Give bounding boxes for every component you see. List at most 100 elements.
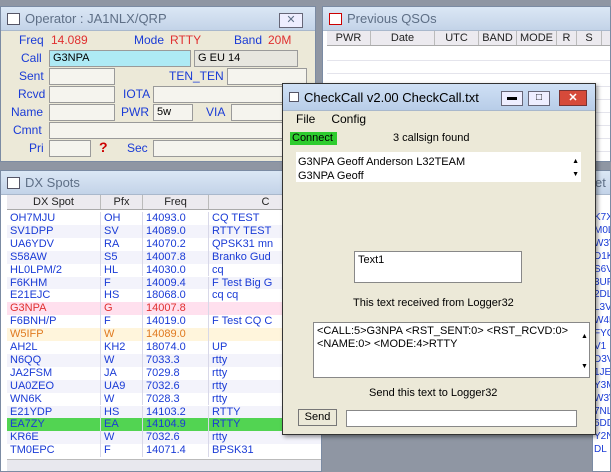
- dx-title: DX Spots: [25, 175, 80, 190]
- dx-pfx-cell: F: [101, 315, 143, 329]
- text1-box[interactable]: Text1: [354, 251, 522, 283]
- dx-call-cell: JA2FSM: [7, 366, 101, 380]
- pri-label: Pri: [29, 141, 44, 155]
- freq-value: 14.089: [51, 33, 88, 47]
- dx-pfx-cell: OH: [101, 212, 143, 225]
- table-row[interactable]: SV1DPP SV 14089.0 RTTY TEST: [7, 224, 321, 238]
- right-edge-code: W3V: [594, 392, 610, 404]
- right-edge-code: S6V: [594, 263, 610, 275]
- dx-freq-cell: 18074.0: [143, 341, 209, 354]
- dx-freq-cell: 14007.8: [143, 302, 209, 316]
- table-row[interactable]: W5IFP W 14089.0: [7, 328, 321, 341]
- table-row[interactable]: F6BNH/P F 14019.0 F Test CQ C: [7, 315, 321, 329]
- minimize-icon[interactable]: ▬: [501, 91, 523, 106]
- received-label: This text received from Logger32: [353, 297, 514, 309]
- table-row[interactable]: F6KHM F 14009.4 F Test Big G: [7, 276, 321, 290]
- maximize-icon[interactable]: □: [528, 91, 550, 106]
- list-line[interactable]: G3NPA Geoff: [298, 169, 579, 182]
- iota-field[interactable]: [153, 86, 303, 103]
- col-r[interactable]: R: [557, 31, 577, 45]
- table-row[interactable]: G3NPA G 14007.8: [7, 302, 321, 316]
- col-freq[interactable]: Freq: [143, 195, 209, 209]
- col-pwr[interactable]: PWR: [327, 31, 371, 45]
- dx-call-cell: KR6E: [7, 431, 101, 445]
- call-field[interactable]: G3NPA: [49, 50, 191, 67]
- dx-call-cell: E21YDP: [7, 405, 101, 419]
- send-text-field[interactable]: [346, 410, 577, 427]
- iota-label: IOTA: [123, 87, 151, 101]
- close-icon[interactable]: ✕: [559, 90, 587, 106]
- table-row[interactable]: OH7MJU OH 14093.0 CQ TEST: [7, 212, 321, 225]
- pwr-field[interactable]: 5w: [153, 104, 193, 121]
- dx-freq-cell: 7028.3: [143, 392, 209, 406]
- col-dx-spot[interactable]: DX Spot: [7, 195, 101, 209]
- cmnt-field[interactable]: [49, 122, 307, 139]
- send-button[interactable]: Send: [298, 409, 337, 426]
- menu-file[interactable]: File: [296, 111, 315, 129]
- right-edge-code: W4L: [594, 315, 610, 327]
- question-mark[interactable]: ?: [99, 139, 108, 155]
- callsign-list[interactable]: G3NPA Geoff Anderson L32TEAM G3NPA Geoff…: [296, 152, 581, 182]
- close-icon[interactable]: ✕: [279, 13, 303, 28]
- right-edge-code: DL: [594, 444, 607, 456]
- log-icon: [7, 12, 20, 25]
- col-s[interactable]: S: [577, 31, 602, 45]
- dx-call-cell: UA6YDV: [7, 237, 101, 251]
- dx-call-cell: AH2L: [7, 341, 101, 354]
- table-row[interactable]: TM0EPC F 14071.4 BPSK31: [7, 444, 321, 458]
- qsos-title: Previous QSOs: [347, 11, 437, 26]
- dx-freq-cell: 14009.4: [143, 276, 209, 290]
- received-scroll-down-icon[interactable]: ▼: [581, 363, 588, 370]
- col-pfx[interactable]: Pfx: [101, 195, 143, 209]
- rcvd-field[interactable]: [49, 86, 115, 103]
- dx-pfx-cell: F: [101, 444, 143, 458]
- dx-pfx-cell: EA: [101, 418, 143, 432]
- received-scroll-up-icon[interactable]: ▲: [581, 333, 588, 340]
- table-row[interactable]: UA6YDV RA 14070.2 QPSK31 mn: [7, 237, 321, 251]
- dx-call-cell: E21EJC: [7, 289, 101, 303]
- table-row[interactable]: AH2L KH2 18074.0 UP: [7, 341, 321, 354]
- dx-call-cell: EA7ZY: [7, 418, 101, 432]
- received-text[interactable]: <CALL:5>G3NPA <RST_SENT:0> <RST_RCVD:0> …: [313, 322, 590, 378]
- col-utc[interactable]: UTC: [435, 31, 479, 45]
- checkcall-title: CheckCall v2.00 CheckCall.txt: [304, 89, 479, 105]
- table-row[interactable]: E21EJC HS 18068.0 cq cq: [7, 289, 321, 303]
- col-date[interactable]: Date: [371, 31, 435, 45]
- spin-up-icon[interactable]: ▲: [572, 155, 579, 169]
- right-edge-title: et: [595, 175, 606, 190]
- spin-down-icon[interactable]: ▼: [572, 168, 579, 182]
- dx-call-cell: G3NPA: [7, 302, 101, 316]
- right-edge-code: Y3M: [594, 379, 610, 391]
- right-edge-code: K7X: [594, 212, 610, 223]
- table-row[interactable]: HL0LPM/2 HL 14030.0 cq: [7, 263, 321, 277]
- table-row[interactable]: JA2FSM JA 7029.8 rtty: [7, 366, 321, 380]
- right-edge-code: M0L: [594, 224, 610, 236]
- dx-freq-cell: 14007.8: [143, 250, 209, 264]
- connect-indicator[interactable]: Connect: [290, 132, 337, 145]
- name-field[interactable]: [49, 104, 115, 121]
- rcvd-label: Rcvd: [18, 87, 46, 101]
- table-row[interactable]: N6QQ W 7033.3 rtty: [7, 353, 321, 367]
- pri-field[interactable]: [49, 140, 91, 157]
- table-row[interactable]: S58AW S5 14007.8 Branko Gud: [7, 250, 321, 264]
- table-row[interactable]: E21YDP HS 14103.2 RTTY: [7, 405, 321, 419]
- dx-hscrollbar[interactable]: [7, 459, 321, 471]
- col-mode[interactable]: MODE: [517, 31, 557, 45]
- table-row[interactable]: KR6E W 7032.6 rtty: [7, 431, 321, 445]
- sent-label: Sent: [19, 69, 44, 83]
- list-line[interactable]: G3NPA Geoff Anderson L32TEAM: [298, 155, 579, 169]
- sent-field[interactable]: [49, 68, 115, 85]
- table-row[interactable]: UA0ZEO UA9 7032.6 rtty: [7, 379, 321, 393]
- right-edge-code: D1K: [594, 250, 610, 262]
- right-edge-code: 2DL: [594, 289, 611, 301]
- dx-freq-cell: 14019.0: [143, 315, 209, 329]
- menu-config[interactable]: Config: [331, 111, 366, 129]
- table-row[interactable]: WN6K W 7028.3 rtty: [7, 392, 321, 406]
- right-edge-code: L3V: [594, 302, 611, 314]
- dx-call-cell: S58AW: [7, 250, 101, 264]
- dx-freq-cell: 18068.0: [143, 289, 209, 303]
- col-band[interactable]: BAND: [479, 31, 517, 45]
- dx-spots-window: DX Spots DX Spot Pfx Freq C OH7MJU OH 1409…: [0, 170, 322, 472]
- table-row[interactable]: EA7ZY EA 14104.9 RTTY: [7, 418, 321, 432]
- right-edge-code: FYC: [594, 328, 610, 340]
